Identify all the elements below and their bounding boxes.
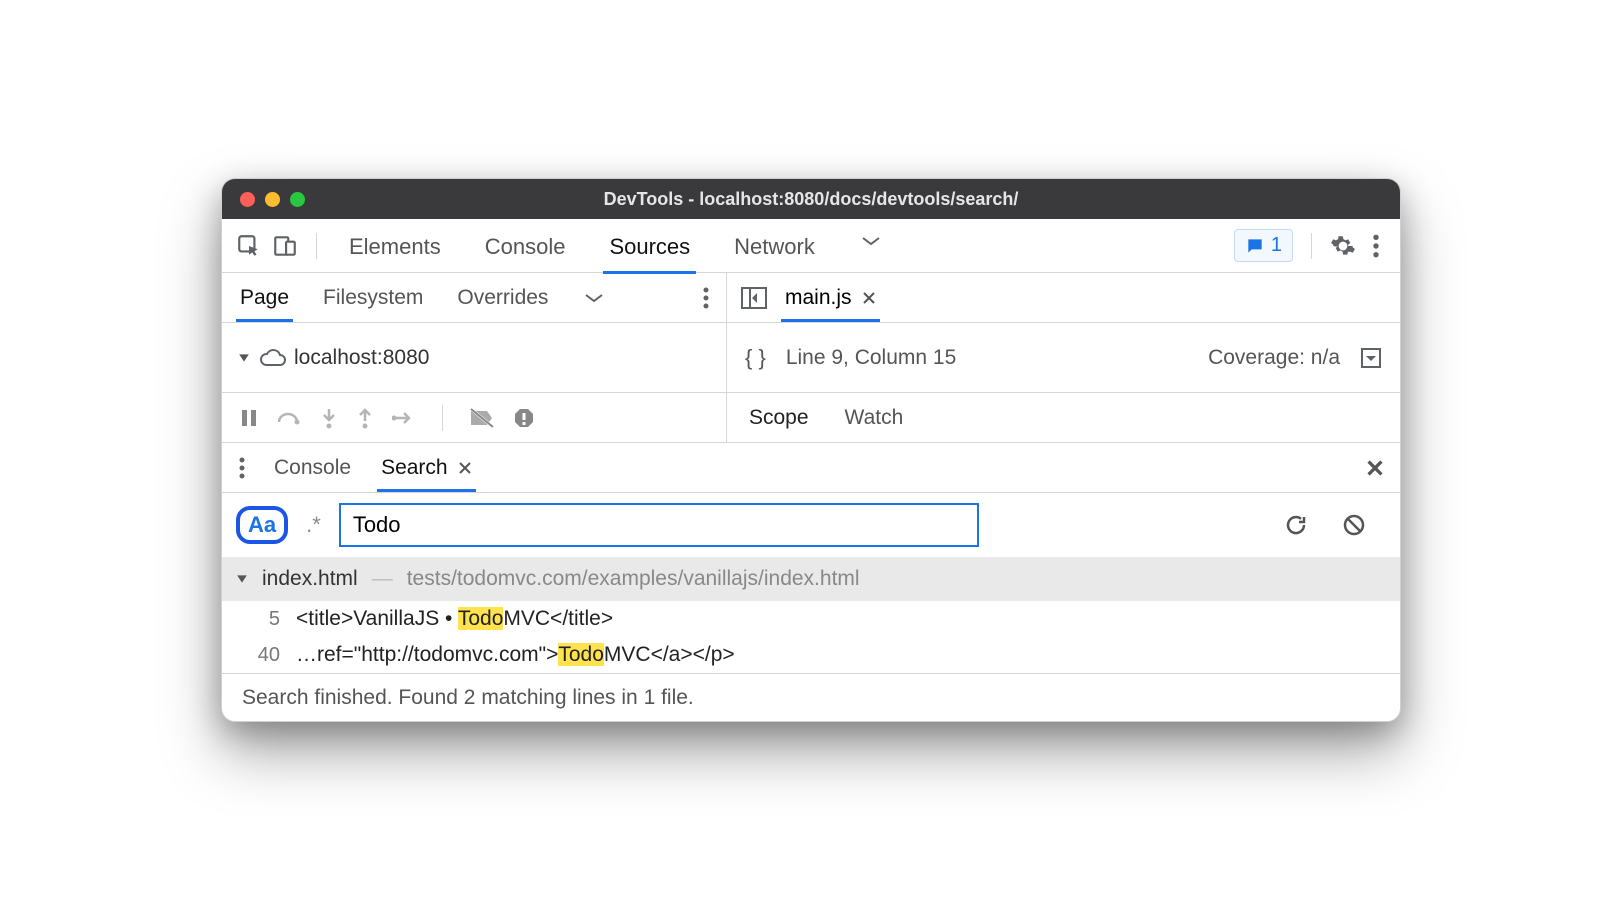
settings-icon[interactable] [1330,233,1356,259]
result-filepath: tests/todomvc.com/examples/vanillajs/ind… [407,567,860,591]
navigator-pane: Page Filesystem Overrides localhost:8080 [222,273,727,392]
result-filename: index.html [262,567,358,591]
step-into-icon[interactable] [320,407,338,429]
close-drawer-icon[interactable] [1366,459,1384,477]
window-title: DevTools - localhost:8080/docs/devtools/… [222,189,1400,210]
tree-expand-icon[interactable] [236,573,248,585]
result-line[interactable]: 40 …ref="http://todomvc.com">TodoMVC</a><… [222,637,1400,673]
tree-expand-icon[interactable] [238,352,250,364]
step-over-icon[interactable] [276,408,302,428]
file-tree[interactable]: localhost:8080 [222,323,726,392]
device-toggle-icon[interactable] [272,233,298,259]
drawer-tab-search-label: Search [381,456,448,480]
titlebar: DevTools - localhost:8080/docs/devtools/… [222,179,1400,219]
drawer-menu-icon[interactable] [238,456,246,480]
tab-filesystem[interactable]: Filesystem [321,276,425,320]
cursor-position: Line 9, Column 15 [786,346,956,370]
result-line[interactable]: 5 <title>VanillaJS • TodoMVC</title> [222,601,1400,637]
debugger-toolbar: Scope Watch [222,393,1400,443]
line-text: …ref="http://todomvc.com">TodoMVC</a></p… [296,643,735,667]
line-number: 40 [240,644,280,667]
editor-pane: main.js { } Line 9, Column 15 Coverage: … [727,273,1400,392]
clear-icon[interactable] [1342,513,1366,537]
navigator-more-icon[interactable] [580,281,608,315]
separator [316,233,317,259]
tab-overrides[interactable]: Overrides [455,276,550,320]
pause-icon[interactable] [240,408,258,428]
tab-sources[interactable]: Sources [605,222,694,270]
regex-toggle[interactable]: .* [302,512,325,538]
tab-console[interactable]: Console [481,222,570,270]
feedback-button[interactable]: 1 [1234,229,1293,262]
navigator-menu-icon[interactable] [702,286,710,310]
zoom-window-button[interactable] [290,192,305,207]
result-file-header[interactable]: index.html — tests/todomvc.com/examples/… [222,557,1400,601]
search-results: index.html — tests/todomvc.com/examples/… [222,557,1400,673]
search-controls: Aa .* [222,493,1400,557]
pretty-print-icon[interactable]: { } [745,345,766,371]
separator [442,405,443,431]
editor-status: { } Line 9, Column 15 Coverage: n/a [727,323,1400,392]
file-tab-main-js[interactable]: main.js [781,276,880,320]
refresh-icon[interactable] [1284,513,1308,537]
drawer-tab-console[interactable]: Console [272,446,353,490]
deactivate-breakpoints-icon[interactable] [469,407,495,429]
tab-page[interactable]: Page [238,276,291,320]
status-text: Search finished. Found 2 matching lines … [242,686,694,710]
search-input[interactable] [339,503,979,547]
separator [1311,233,1312,259]
tree-host-label: localhost:8080 [294,346,429,370]
devtools-window: DevTools - localhost:8080/docs/devtools/… [221,178,1401,722]
status-bar: Search finished. Found 2 matching lines … [222,673,1400,721]
navigator-tabs: Page Filesystem Overrides [222,273,726,323]
close-drawer-tab-icon[interactable] [458,461,472,475]
drawer-tab-search[interactable]: Search [379,446,474,490]
step-out-icon[interactable] [356,407,374,429]
line-number: 5 [240,608,280,631]
line-text: <title>VanillaJS • TodoMVC</title> [296,607,613,631]
step-icon[interactable] [392,409,416,427]
tab-elements[interactable]: Elements [345,222,445,270]
cloud-icon [258,347,286,369]
close-window-button[interactable] [240,192,255,207]
coverage-label: Coverage: n/a [1208,346,1340,370]
drawer-tabs: Console Search [222,443,1400,493]
window-controls [222,192,305,207]
file-tab-label: main.js [785,286,852,310]
coverage-menu-icon[interactable] [1360,347,1382,369]
pause-exceptions-icon[interactable] [513,407,535,429]
tab-scope[interactable]: Scope [749,406,809,430]
main-toolbar: Elements Console Sources Network 1 [222,219,1400,273]
panel-tabs: Elements Console Sources Network [345,222,887,270]
close-tab-icon[interactable] [862,291,876,305]
inspect-element-icon[interactable] [236,233,262,259]
match-case-toggle[interactable]: Aa [236,506,288,544]
sources-split: Page Filesystem Overrides localhost:8080 [222,273,1400,393]
tab-watch[interactable]: Watch [845,406,904,430]
feedback-count: 1 [1271,234,1282,257]
editor-tabs: main.js [727,273,1400,323]
toggle-navigator-icon[interactable] [741,287,767,309]
minimize-window-button[interactable] [265,192,280,207]
kebab-menu-icon[interactable] [1366,233,1386,259]
more-tabs-icon[interactable] [855,222,887,270]
tab-network[interactable]: Network [730,222,819,270]
